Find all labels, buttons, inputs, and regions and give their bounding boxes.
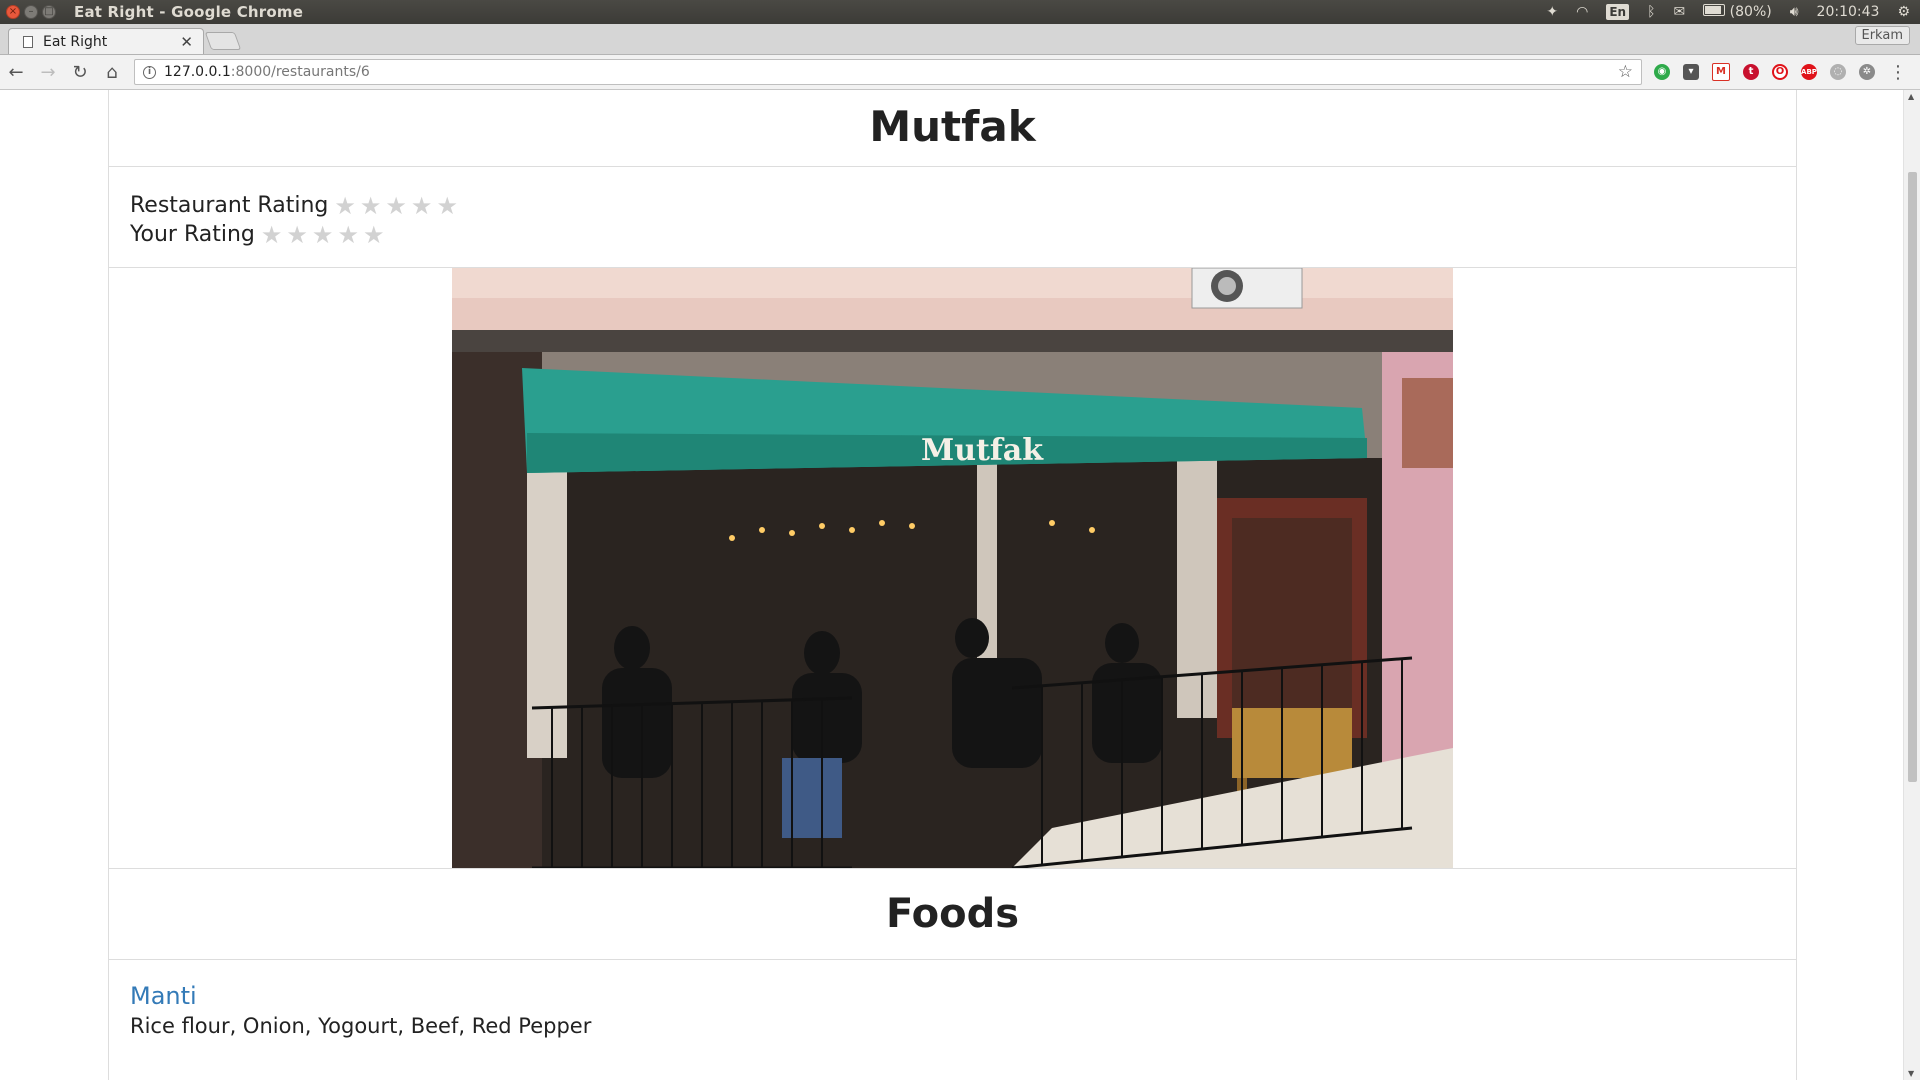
star-icon: ★ bbox=[334, 191, 356, 220]
restaurant-title-section: Mutfak bbox=[109, 90, 1796, 167]
window-controls: × – □ bbox=[6, 5, 56, 19]
address-bar[interactable]: i 127.0.0.1 :8000/restaurants/6 ☆ bbox=[134, 59, 1642, 85]
bookmark-star-icon[interactable]: ☆ bbox=[1618, 62, 1633, 82]
page-viewport[interactable]: Mutfak Restaurant Rating ★ ★ ★ ★ ★ Your … bbox=[0, 90, 1903, 1080]
volume-icon[interactable]: 🔊︎ bbox=[1790, 4, 1799, 20]
keyboard-language-indicator[interactable]: En bbox=[1606, 4, 1630, 20]
home-icon[interactable]: ⌂ bbox=[96, 62, 128, 83]
food-name-link[interactable]: Manti bbox=[130, 982, 197, 1010]
mail-icon[interactable]: ✉ bbox=[1673, 4, 1685, 20]
bluetooth-icon[interactable]: ᛒ bbox=[1647, 4, 1655, 20]
browser-toolbar: ← → ↻ ⌂ i 127.0.0.1 :8000/restaurants/6 … bbox=[0, 55, 1920, 90]
restaurant-rating-label: Restaurant Rating bbox=[130, 193, 329, 218]
dropbox-icon[interactable]: ✦ bbox=[1546, 4, 1558, 20]
page-title: Mutfak bbox=[869, 102, 1036, 151]
window-minimize-button[interactable]: – bbox=[24, 5, 38, 19]
window-title: Eat Right - Google Chrome bbox=[74, 3, 304, 21]
browser-menu-icon[interactable]: ⋮ bbox=[1889, 62, 1907, 83]
wifi-icon[interactable]: ◠ bbox=[1576, 4, 1588, 20]
battery-icon bbox=[1703, 4, 1726, 16]
restaurant-rating-stars: ★ ★ ★ ★ ★ bbox=[334, 194, 458, 218]
scrollbar-thumb[interactable] bbox=[1908, 172, 1917, 782]
your-rating-label: Your Rating bbox=[130, 222, 255, 247]
food-ingredients: Rice flour, Onion, Yogourt, Beef, Red Pe… bbox=[130, 1014, 592, 1038]
star-icon: ★ bbox=[436, 191, 458, 220]
browser-tab-eat-right[interactable]: Eat Right ✕ bbox=[8, 28, 204, 54]
restaurant-rating-row: Restaurant Rating ★ ★ ★ ★ ★ bbox=[130, 193, 458, 218]
site-info-icon[interactable]: i bbox=[143, 65, 156, 79]
foods-heading-section: Foods bbox=[109, 869, 1796, 960]
settings-gear-icon[interactable]: ⚙ bbox=[1897, 4, 1910, 20]
window-maximize-button[interactable]: □ bbox=[42, 5, 56, 19]
url-path: :8000/restaurants/6 bbox=[230, 64, 370, 80]
rate-5-star-icon[interactable]: ★ bbox=[363, 223, 385, 247]
profile-button[interactable]: Erkam bbox=[1854, 26, 1910, 45]
reload-icon[interactable]: ↻ bbox=[64, 62, 96, 83]
new-tab-button[interactable] bbox=[204, 32, 242, 50]
your-rating-stars: ★ ★ ★ ★ ★ bbox=[261, 223, 385, 247]
restaurant-photo: Mutfak bbox=[452, 268, 1453, 868]
rate-1-star-icon[interactable]: ★ bbox=[261, 223, 283, 247]
opera-icon[interactable]: O bbox=[1772, 64, 1788, 80]
page-scrollbar[interactable]: ▲ ▼ bbox=[1903, 90, 1920, 1080]
scroll-up-arrow-icon[interactable]: ▲ bbox=[1908, 92, 1914, 101]
food-list-item: Manti Rice flour, Onion, Yogourt, Beef, … bbox=[109, 960, 1796, 1080]
restaurant-photo-illustration: Mutfak bbox=[452, 268, 1453, 868]
tab-strip: Eat Right ✕ Erkam bbox=[0, 24, 1920, 55]
rating-section: Restaurant Rating ★ ★ ★ ★ ★ Your Rating … bbox=[109, 167, 1796, 268]
url-host: 127.0.0.1 bbox=[164, 64, 231, 80]
rate-2-star-icon[interactable]: ★ bbox=[286, 223, 308, 247]
page-icon bbox=[23, 35, 33, 48]
star-icon: ★ bbox=[410, 191, 433, 220]
restaurant-image-section: Mutfak bbox=[109, 268, 1796, 869]
battery-indicator[interactable]: (80%) bbox=[1703, 4, 1772, 20]
system-tray: ✦ ◠ En ᛒ ✉ (80%) 🔊︎ 20:10:43 ⚙ bbox=[1546, 4, 1910, 20]
forward-arrow-icon[interactable]: → bbox=[32, 62, 64, 83]
gmail-icon[interactable]: M bbox=[1712, 63, 1730, 81]
clock[interactable]: 20:10:43 bbox=[1817, 4, 1880, 20]
awning-sign-text: Mutfak bbox=[921, 433, 1044, 468]
star-icon: ★ bbox=[359, 191, 382, 220]
extension-red-circle-icon[interactable]: t bbox=[1743, 64, 1759, 80]
scroll-down-arrow-icon[interactable]: ▼ bbox=[1908, 1069, 1914, 1078]
extension-green-icon[interactable]: ◉ bbox=[1654, 64, 1670, 80]
restaurant-panel: Mutfak Restaurant Rating ★ ★ ★ ★ ★ Your … bbox=[108, 90, 1797, 1080]
tab-close-icon[interactable]: ✕ bbox=[180, 33, 193, 51]
foods-heading: Foods bbox=[885, 891, 1020, 937]
window-close-button[interactable]: × bbox=[6, 5, 20, 19]
extension-icons: ◉ ▾ M t O ABP ◌ ✲ bbox=[1654, 63, 1875, 81]
os-top-bar: × – □ Eat Right - Google Chrome ✦ ◠ En ᛒ… bbox=[0, 0, 1920, 24]
pocket-icon[interactable]: ▾ bbox=[1683, 64, 1699, 80]
back-arrow-icon[interactable]: ← bbox=[0, 62, 32, 83]
tab-title: Eat Right bbox=[43, 33, 108, 50]
star-icon: ★ bbox=[385, 191, 407, 220]
your-rating-row: Your Rating ★ ★ ★ ★ ★ bbox=[130, 222, 384, 247]
extension-gray-globe-icon[interactable]: ◌ bbox=[1830, 64, 1846, 80]
rate-4-star-icon[interactable]: ★ bbox=[337, 223, 359, 247]
extension-gear-icon[interactable]: ✲ bbox=[1859, 64, 1875, 80]
adblock-icon[interactable]: ABP bbox=[1801, 64, 1817, 80]
battery-percent: (80%) bbox=[1729, 4, 1772, 20]
rate-3-star-icon[interactable]: ★ bbox=[312, 223, 334, 247]
